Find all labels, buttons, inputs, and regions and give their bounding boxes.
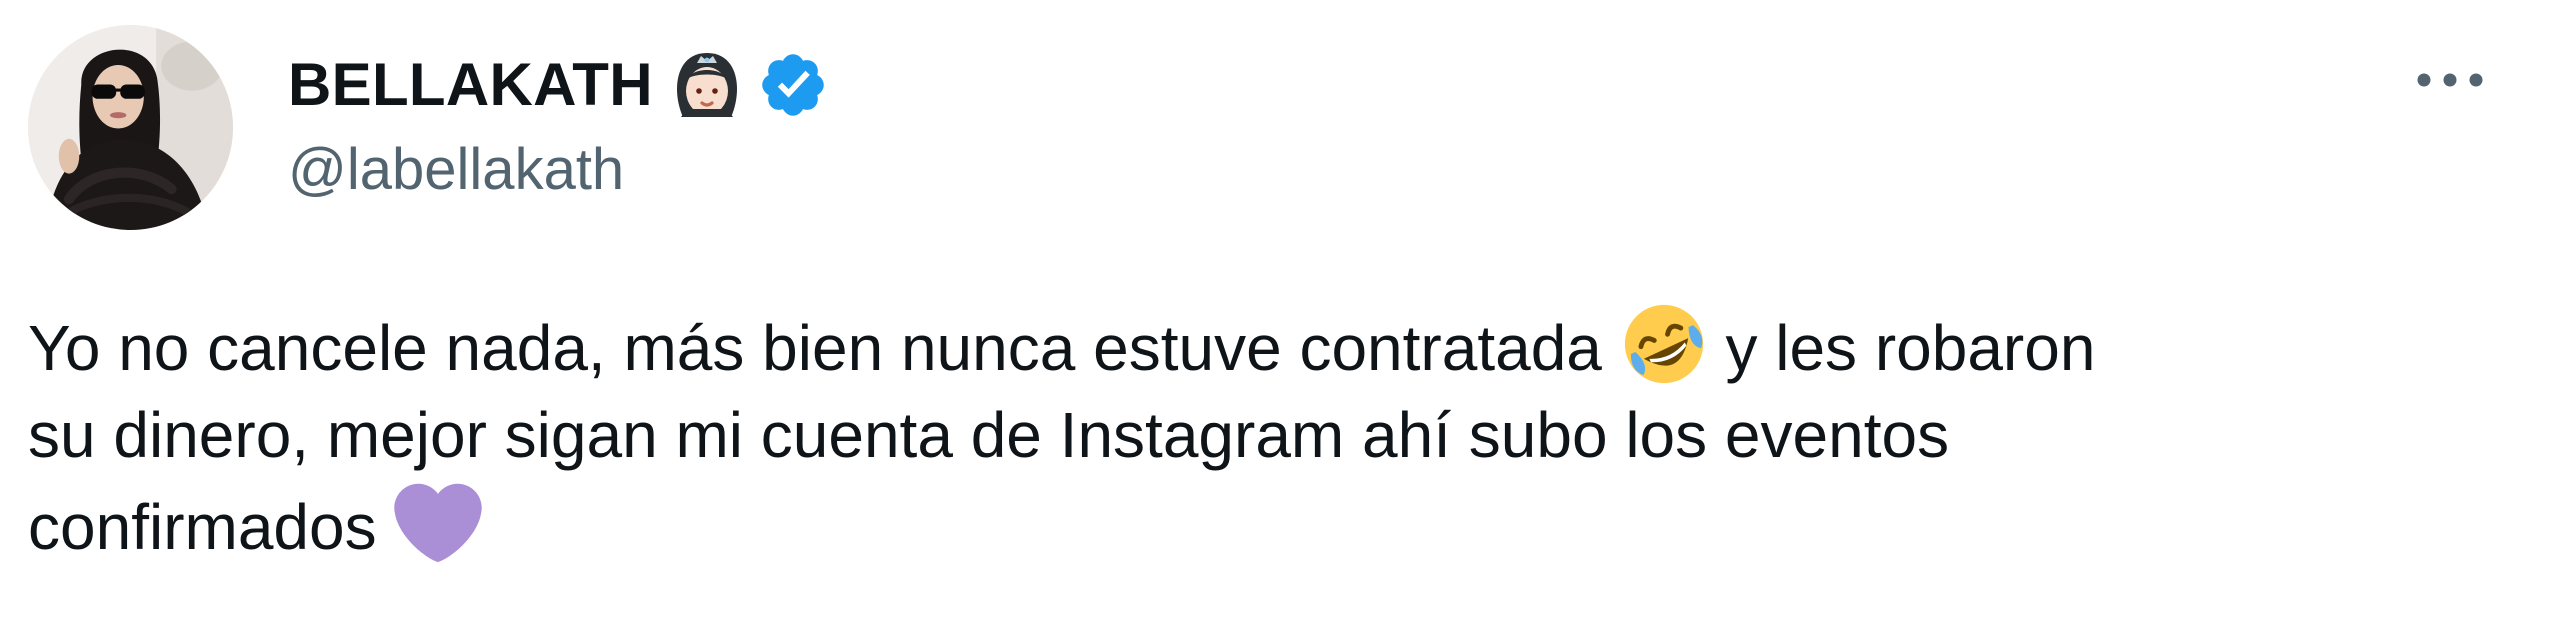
tweet-text-line-1: Yo no cancele nada, más bien nunca estuv… [28,300,2508,392]
username[interactable]: @labellakath [288,130,624,210]
display-name-row: BELLAKATH [288,40,829,130]
tweet-text-segment: y les robaron [1725,312,2096,384]
avatar-image [28,25,233,230]
tweet-text-segment: Yo no cancele nada, más bien nunca estuv… [28,312,1602,384]
purple-heart-emoji-icon [394,479,483,567]
more-options-icon [2417,73,2483,87]
princess-emoji-icon [671,49,743,121]
tweet-text-line-2: su dinero, mejor sigan mi cuenta de Inst… [28,399,1950,471]
tweet-card: BELLAKATH @labellakath Yo no cancele nad… [0,0,2563,620]
verified-badge-icon[interactable] [757,49,829,121]
display-name[interactable]: BELLAKATH [288,40,653,130]
tweet-text: Yo no cancele nada, más bien nunca estuv… [28,300,2508,571]
tweet-text-line-3: confirmados [28,479,2508,571]
avatar[interactable] [28,25,233,230]
rolling-on-floor-laughing-emoji-icon [1620,300,1708,388]
tweet-text-segment: confirmados [28,491,377,563]
more-options-button[interactable] [2395,35,2505,125]
